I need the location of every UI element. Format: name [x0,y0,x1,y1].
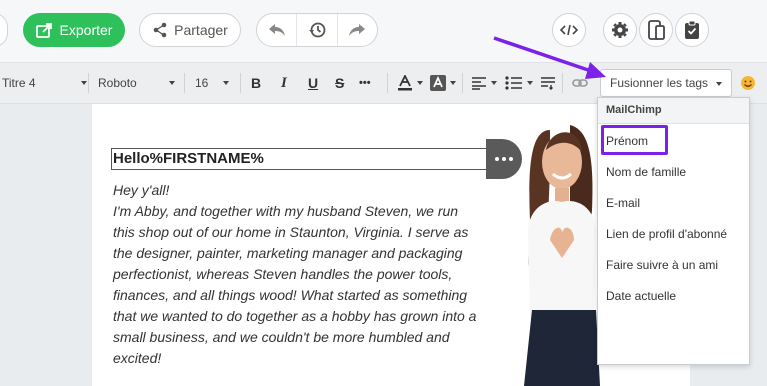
text-color-button[interactable] [397,63,423,103]
preview-devices-button[interactable] [639,13,673,47]
italic-icon: I [281,74,287,91]
font-size-select[interactable]: 16 [195,63,230,103]
history-icon [308,22,326,38]
annotation-arrow-icon [493,36,606,79]
bold-button[interactable]: B [251,63,261,103]
strikethrough-button[interactable]: S [335,63,344,103]
font-select-value: Roboto [98,76,137,90]
chevron-down-icon [716,82,722,86]
divider [462,73,463,93]
italic-button[interactable]: I [281,63,287,103]
text-color-icon [398,75,412,91]
chevron-down-icon [168,81,175,85]
divider [88,73,89,93]
undo-icon [268,24,285,36]
merge-tag-forward-friend[interactable]: Faire suivre à un ami [606,255,718,275]
text-line: small business, and we couldn't be more … [113,329,450,345]
divider [387,73,388,93]
bold-icon: B [251,75,262,91]
export-label: Exporter [59,22,113,38]
more-dots-icon: ••• [359,77,371,89]
undo-button[interactable] [257,14,298,46]
heading-block[interactable]: Hello%FIRSTNAME% [111,148,509,170]
portrait-image [524,125,600,386]
redo-button[interactable] [338,14,377,46]
merge-tags-button[interactable]: Fusionner les tags [600,69,732,97]
share-label: Partager [174,22,228,38]
divider [184,73,185,93]
text-line: finances, and all things wood! What star… [113,287,468,303]
text-line: the designer, painter, marketing manager… [113,245,463,261]
merge-tag-email[interactable]: E-mail [606,193,640,213]
history-button[interactable] [297,14,338,46]
underline-icon: U [308,75,319,91]
text-block[interactable]: Hey y'all! I'm Abby, and together with m… [113,180,503,369]
checklist-button[interactable] [675,13,709,47]
text-line: that we wanted to do together as a hobby… [113,308,477,324]
emoji-icon [741,76,755,90]
style-select-value: Titre 4 [2,76,36,90]
divider [240,73,241,93]
align-left-icon [472,77,486,90]
merge-tag-current-date[interactable]: Date actuelle [606,286,676,306]
gear-icon [612,22,628,38]
chevron-down-icon [80,81,87,85]
highlight-color-icon [430,75,446,91]
merge-tag-profile-link[interactable]: Lien de profil d'abonné [606,224,727,244]
merge-tag-last-name[interactable]: Nom de famille [606,162,686,182]
style-select[interactable]: Titre 4 [2,63,87,103]
chevron-down-icon [223,81,230,85]
strikethrough-icon: S [335,75,345,91]
dropdown-group-header: MailChimp [598,98,749,124]
dot [502,157,506,161]
font-select[interactable]: Roboto [98,63,175,103]
mobile-desktop-icon [648,20,665,40]
text-line: excited! [113,350,162,366]
merge-tags-label: Fusionner les tags [610,76,709,90]
underline-button[interactable]: U [308,63,318,103]
font-size-value: 16 [195,76,209,90]
text-line: this shop out of our home in Staunton, V… [113,224,469,240]
dot [495,157,499,161]
top-bar: Exporter Partager [0,0,767,62]
selection-highlight [601,125,668,155]
history-group [256,13,378,47]
share-button[interactable]: Partager [139,13,241,47]
chevron-down-icon [417,81,423,85]
share-icon [153,22,167,38]
more-format-button[interactable]: ••• [359,63,371,103]
chevron-down-icon [450,81,456,85]
text-line: Hey y'all! [113,182,170,198]
redo-icon [349,24,366,36]
text-line: perfectionist, whereas Steven handles th… [113,266,453,282]
back-pill-button[interactable] [0,13,8,47]
clipboard-check-icon [685,20,699,39]
export-button[interactable]: Exporter [23,13,125,47]
highlight-color-button[interactable] [430,63,456,103]
text-line: I'm Abby, and together with my husband S… [113,203,459,219]
export-icon [35,23,52,38]
